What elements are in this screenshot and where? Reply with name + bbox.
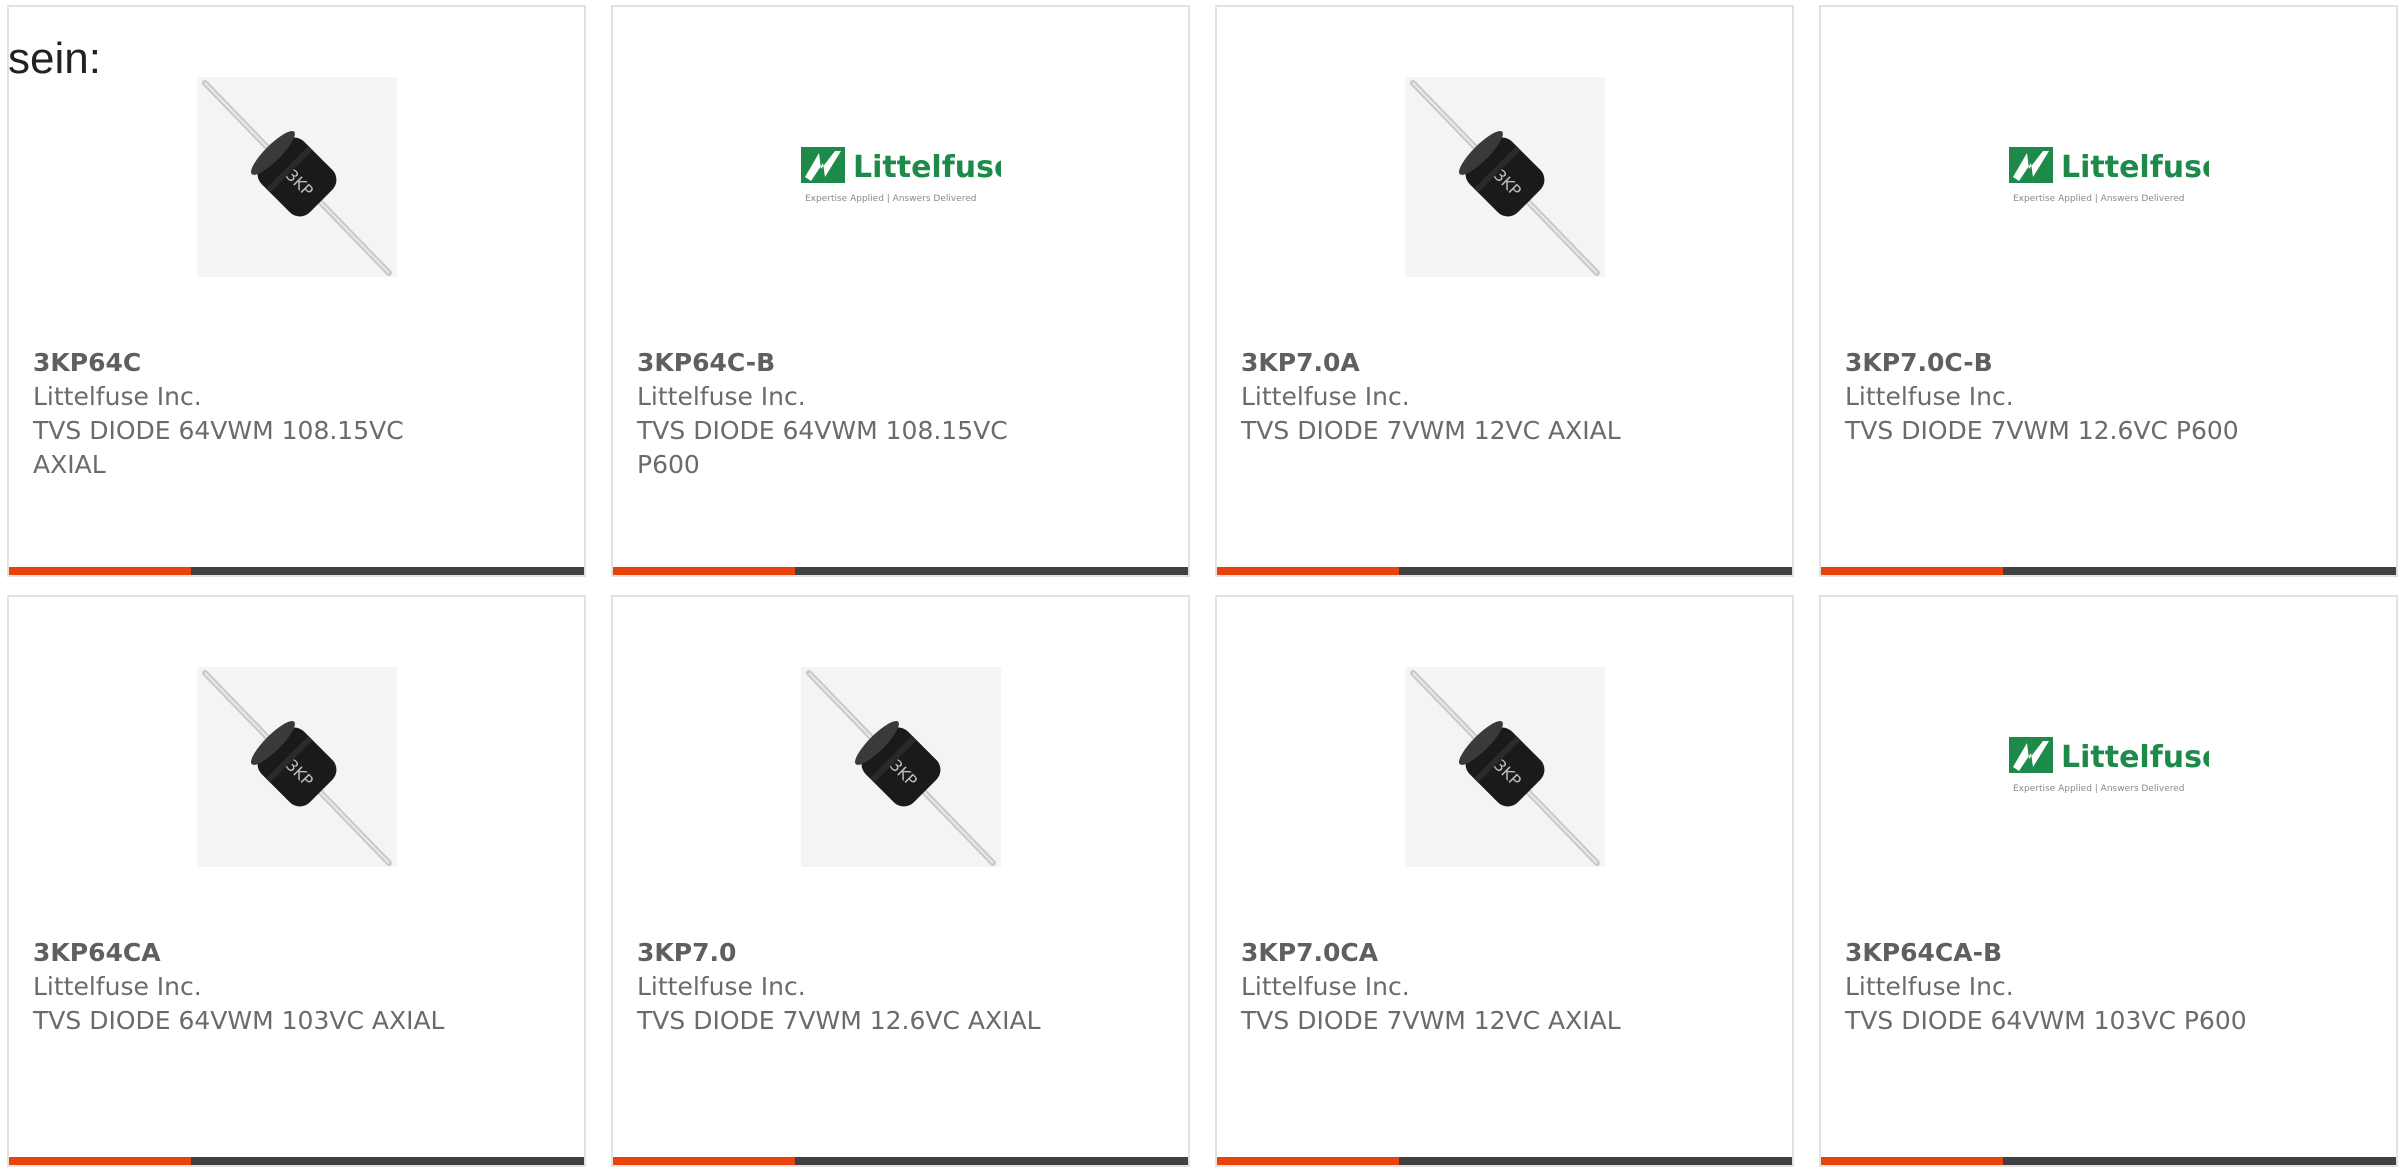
svg-text:Littelfuse: Littelfuse xyxy=(2061,740,2209,775)
card-bottom-bar xyxy=(1217,567,1792,575)
manufacturer: Littelfuse Inc. xyxy=(1241,972,1410,1001)
part-number[interactable]: 3KP7.0 xyxy=(637,936,1164,970)
part-number[interactable]: 3KP64CA-B xyxy=(1845,936,2372,970)
card-accent-bar xyxy=(1217,567,1399,575)
product-card[interactable]: 3KP 3KP7.0 Littelfuse Inc. TVS DIODE 7VW… xyxy=(611,595,1190,1167)
product-image-diode[interactable]: 3KP xyxy=(196,667,397,867)
part-number[interactable]: 3KP7.0C-B xyxy=(1845,346,2372,380)
product-image-diode[interactable]: 3KP xyxy=(1404,77,1605,277)
part-number[interactable]: 3KP7.0A xyxy=(1241,346,1768,380)
description: TVS DIODE 7VWM 12.6VC AXIAL xyxy=(637,1006,1041,1035)
manufacturer: Littelfuse Inc. xyxy=(637,972,806,1001)
description: TVS DIODE 64VWM 103VC P600 xyxy=(1845,1006,2247,1035)
part-number[interactable]: 3KP64C-B xyxy=(637,346,1164,380)
part-number[interactable]: 3KP7.0CA xyxy=(1241,936,1768,970)
product-image-diode[interactable]: 3KP xyxy=(196,77,397,277)
card-bottom-bar xyxy=(613,1157,1188,1165)
svg-text:Expertise Applied | Answers De: Expertise Applied | Answers Delivered xyxy=(2013,194,2184,204)
manufacturer: Littelfuse Inc. xyxy=(637,382,806,411)
product-grid: 3KP 3KP64C Littelfuse Inc. TVS DIODE 64V… xyxy=(7,5,2398,1167)
card-accent-bar xyxy=(9,1157,191,1165)
card-accent-bar xyxy=(613,567,795,575)
description: TVS DIODE 64VWM 108.15VC P600 xyxy=(637,416,1008,479)
product-card[interactable]: Littelfuse Expertise Applied | Answers D… xyxy=(1819,595,2398,1167)
lead-text: sein: xyxy=(8,34,101,83)
manufacturer: Littelfuse Inc. xyxy=(1845,382,2014,411)
description: TVS DIODE 7VWM 12VC AXIAL xyxy=(1241,1006,1621,1035)
card-accent-bar xyxy=(9,567,191,575)
card-bottom-bar xyxy=(1821,1157,2396,1165)
product-card[interactable]: 3KP 3KP64CA Littelfuse Inc. TVS DIODE 64… xyxy=(7,595,586,1167)
card-bottom-bar xyxy=(613,567,1188,575)
product-card[interactable]: 3KP 3KP7.0CA Littelfuse Inc. TVS DIODE 7… xyxy=(1215,595,1794,1167)
manufacturer: Littelfuse Inc. xyxy=(1241,382,1410,411)
card-bottom-bar xyxy=(9,567,584,575)
product-image-diode[interactable]: 3KP xyxy=(800,667,1001,867)
manufacturer: Littelfuse Inc. xyxy=(33,972,202,1001)
part-number[interactable]: 3KP64C xyxy=(33,346,560,380)
product-card[interactable]: 3KP 3KP7.0A Littelfuse Inc. TVS DIODE 7V… xyxy=(1215,5,1794,577)
svg-text:Expertise Applied | Answers De: Expertise Applied | Answers Delivered xyxy=(2013,784,2184,794)
description: TVS DIODE 64VWM 108.15VC AXIAL xyxy=(33,416,404,479)
description: TVS DIODE 7VWM 12VC AXIAL xyxy=(1241,416,1621,445)
card-accent-bar xyxy=(1821,1157,2003,1165)
product-image-logo[interactable]: Littelfuse Expertise Applied | Answers D… xyxy=(2008,667,2209,867)
svg-text:Expertise Applied | Answers De: Expertise Applied | Answers Delivered xyxy=(805,194,976,204)
product-image-logo[interactable]: Littelfuse Expertise Applied | Answers D… xyxy=(800,77,1001,277)
card-bottom-bar xyxy=(1821,567,2396,575)
product-image-diode[interactable]: 3KP xyxy=(1404,667,1605,867)
description: TVS DIODE 64VWM 103VC AXIAL xyxy=(33,1006,445,1035)
card-bottom-bar xyxy=(1217,1157,1792,1165)
product-card[interactable]: 3KP 3KP64C Littelfuse Inc. TVS DIODE 64V… xyxy=(7,5,586,577)
card-accent-bar xyxy=(613,1157,795,1165)
svg-text:Littelfuse: Littelfuse xyxy=(853,150,1001,185)
manufacturer: Littelfuse Inc. xyxy=(1845,972,2014,1001)
part-number[interactable]: 3KP64CA xyxy=(33,936,560,970)
product-image-logo[interactable]: Littelfuse Expertise Applied | Answers D… xyxy=(2008,77,2209,277)
product-card[interactable]: Littelfuse Expertise Applied | Answers D… xyxy=(611,5,1190,577)
manufacturer: Littelfuse Inc. xyxy=(33,382,202,411)
card-accent-bar xyxy=(1821,567,2003,575)
card-bottom-bar xyxy=(9,1157,584,1165)
card-accent-bar xyxy=(1217,1157,1399,1165)
product-card[interactable]: Littelfuse Expertise Applied | Answers D… xyxy=(1819,5,2398,577)
description: TVS DIODE 7VWM 12.6VC P600 xyxy=(1845,416,2239,445)
svg-text:Littelfuse: Littelfuse xyxy=(2061,150,2209,185)
